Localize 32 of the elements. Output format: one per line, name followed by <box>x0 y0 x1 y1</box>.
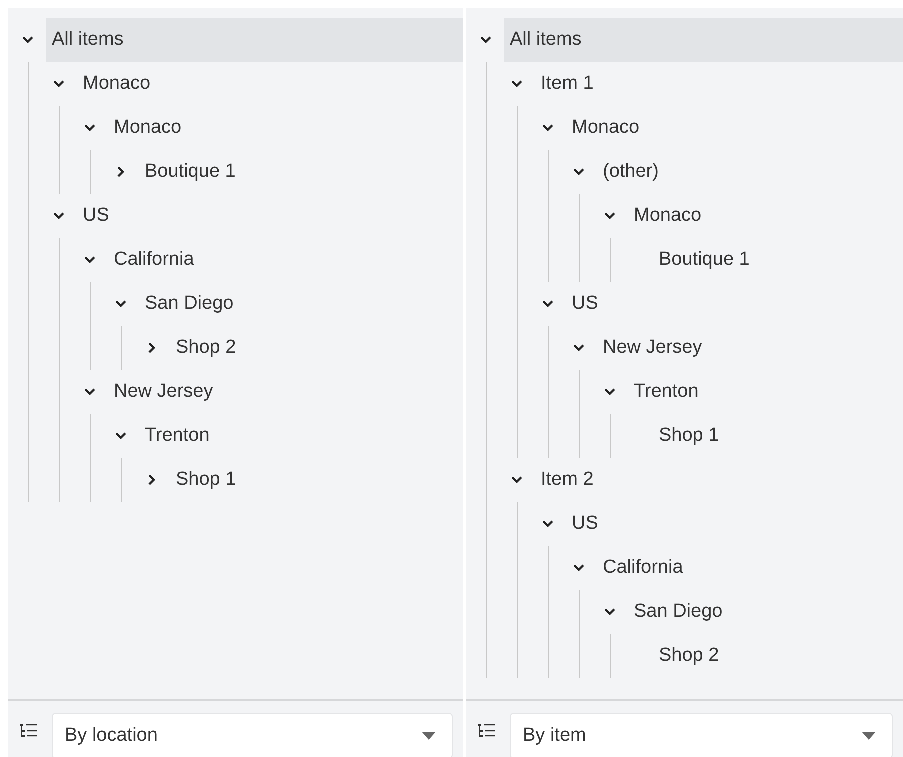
grouping-dropdown[interactable]: By location <box>52 713 453 757</box>
tree-item[interactable]: San Diego <box>139 282 463 326</box>
tree-item[interactable]: Boutique 1 <box>139 150 463 194</box>
tree-item[interactable]: Item 2 <box>535 458 903 502</box>
tree-item[interactable]: Shop 1 <box>170 458 463 502</box>
tree-item[interactable]: US <box>566 502 903 546</box>
tree-item[interactable]: Shop 2 <box>170 326 463 370</box>
tree-item[interactable]: California <box>108 238 463 282</box>
tree-item[interactable]: Shop 2 <box>653 634 903 678</box>
tree-item[interactable]: New Jersey <box>597 326 903 370</box>
tree-item[interactable]: US <box>566 282 903 326</box>
tree-item[interactable]: California <box>597 546 903 590</box>
grouping-dropdown[interactable]: By item <box>510 713 893 757</box>
tree-item[interactable]: San Diego <box>628 590 903 634</box>
tree-item[interactable]: Trenton <box>139 414 463 458</box>
tree-item[interactable]: Monaco <box>77 62 463 106</box>
tree-item[interactable]: All items <box>504 18 903 62</box>
tree-item[interactable]: All items <box>46 18 463 62</box>
tree-item[interactable]: New Jersey <box>108 370 463 414</box>
tree-item[interactable]: Trenton <box>628 370 903 414</box>
dropdown-caret-icon <box>422 732 436 740</box>
tree-item[interactable]: Shop 1 <box>653 414 903 458</box>
tree-item[interactable]: Monaco <box>628 194 903 238</box>
tree-item[interactable]: US <box>77 194 463 238</box>
tree-item[interactable]: Boutique 1 <box>653 238 903 282</box>
tree-item[interactable]: Monaco <box>108 106 463 150</box>
tree-item[interactable]: Monaco <box>566 106 903 150</box>
tree-list-icon[interactable] <box>478 723 496 739</box>
tree-list-icon[interactable] <box>20 723 38 739</box>
tree-item[interactable]: Item 1 <box>535 62 903 106</box>
dropdown-caret-icon <box>862 732 876 740</box>
tree-item[interactable]: (other) <box>597 150 903 194</box>
